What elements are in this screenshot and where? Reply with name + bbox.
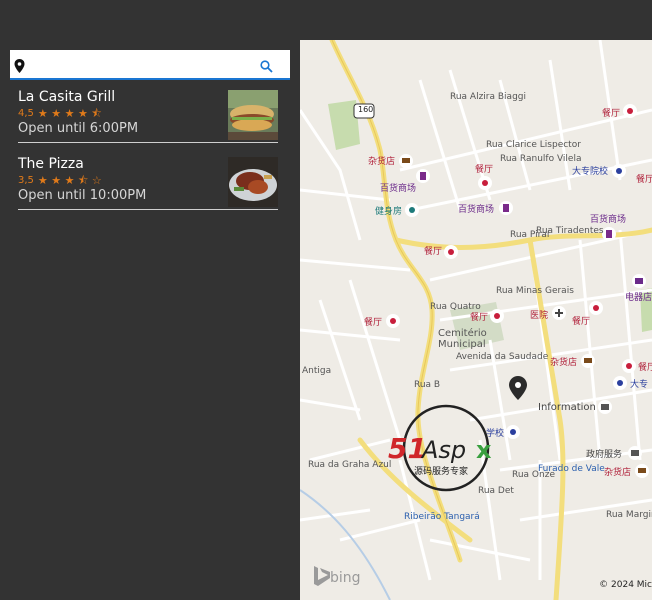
poi-label: 电器店	[625, 293, 652, 303]
poi-label: 杂货店	[368, 157, 396, 167]
opening-hours: Open until 6:00PM	[18, 121, 139, 136]
street-label: Rua da Graha Azul	[308, 460, 392, 470]
search-box[interactable]	[10, 50, 290, 80]
poi-label: 大专院校	[572, 167, 609, 177]
poi-label: 百货商场	[380, 184, 417, 194]
street-label: Rua Minas Gerais	[496, 286, 574, 296]
street-label: Rua Margina	[606, 510, 652, 520]
poi-label: 杂货店	[550, 358, 578, 368]
location-pin-icon	[14, 58, 25, 77]
svg-text:Asp: Asp	[420, 436, 466, 464]
poi-label: 餐厅	[636, 175, 652, 185]
street-label: Rua Ranulfo Vilela	[500, 154, 582, 164]
street-label: Antiga	[302, 366, 332, 376]
poi-label: 百货商场	[458, 205, 495, 215]
map-view[interactable]: Rua Alzira Biaggi Rua Clarice Lispector …	[300, 40, 652, 600]
river-label: Ribeirão Tangará	[404, 512, 480, 522]
restaurant-thumbnail[interactable]	[228, 90, 278, 140]
street-label: Rua Piraí	[510, 230, 550, 240]
poi-label: 健身房	[375, 207, 403, 217]
map-copyright: © 2024 Mic	[599, 580, 652, 590]
rating: 3,5 ★ ★ ★ ⯪ ☆	[18, 175, 104, 186]
result-name: The Pizza	[18, 156, 84, 172]
result-name: La Casita Grill	[18, 89, 116, 105]
poi-label: 餐厅	[475, 165, 494, 175]
poi-label-information: Information	[538, 402, 596, 413]
street-label: Rua B	[414, 380, 441, 390]
rating-stars: ★ ★ ★ ⯪ ☆	[37, 174, 102, 187]
rating-value: 3,5	[18, 175, 34, 186]
search-input[interactable]	[36, 54, 260, 76]
rating-value: 4,5	[18, 108, 34, 119]
cemetery-label: Cemitério Municipal	[438, 328, 487, 350]
search-icon[interactable]	[260, 58, 273, 77]
poi-label: 杂货店	[604, 468, 632, 478]
poi-label: 政府服务	[586, 450, 623, 460]
rating-stars: ★ ★ ★ ★ ⯪	[37, 107, 102, 120]
street-label: Rua Clarice Lispector	[486, 140, 581, 150]
route-shield-label: 160	[358, 105, 374, 114]
poi-label: 餐厅	[602, 109, 621, 119]
rating: 4,5 ★ ★ ★ ★ ⯪	[18, 108, 104, 119]
street-label: Rua Alzira Biaggi	[450, 92, 527, 102]
poi-label: 餐厅	[364, 318, 383, 328]
street-label: Furado de Vale	[538, 464, 605, 474]
poi-label: 医院	[530, 311, 549, 321]
results-list: La Casita Grill 4,5 ★ ★ ★ ★ ⯪ Open until…	[18, 88, 278, 222]
poi-label: 餐厅	[470, 313, 489, 323]
list-item[interactable]: La Casita Grill 4,5 ★ ★ ★ ★ ⯪ Open until…	[18, 88, 278, 143]
poi-label: 餐厅	[424, 247, 443, 257]
opening-hours: Open until 10:00PM	[18, 188, 147, 203]
poi-label: 餐厅	[572, 317, 591, 327]
poi-label: 大专	[630, 380, 649, 390]
bing-logo: bing	[330, 570, 361, 586]
svg-text:x: x	[476, 436, 492, 464]
watermark-logo: 51 Asp x 源码服务专家	[386, 402, 506, 494]
list-item[interactable]: The Pizza 3,5 ★ ★ ★ ⯪ ☆ Open until 10:00…	[18, 155, 278, 210]
poi-label: 百货商场	[590, 215, 627, 225]
restaurant-thumbnail[interactable]	[228, 157, 278, 207]
poi-label: 餐厅	[638, 363, 652, 373]
street-label: Avenida da Saudade	[456, 352, 549, 362]
svg-text:源码服务专家: 源码服务专家	[414, 465, 468, 477]
